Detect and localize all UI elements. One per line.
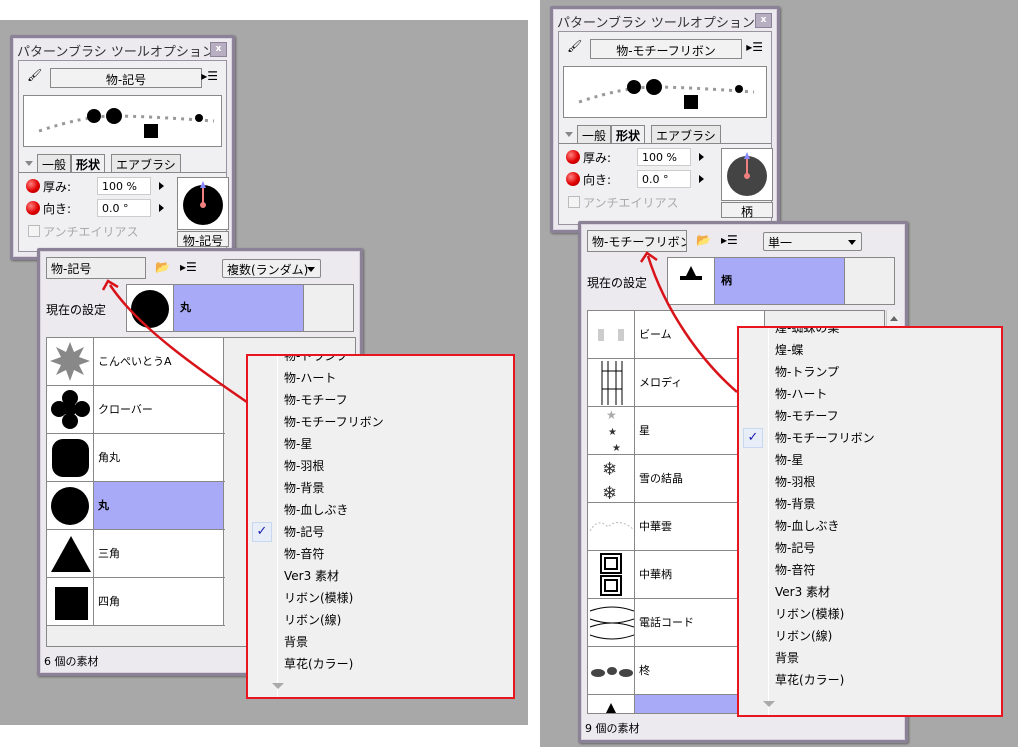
menu-item-label: 物-ハート: [775, 387, 828, 401]
menu-item-label: 物-背景: [775, 497, 816, 511]
menu-item-label: 物-血しぶき: [284, 503, 349, 517]
menu-item[interactable]: 物-音符: [739, 559, 1001, 581]
menu-item[interactable]: 煌-蝶: [739, 339, 1001, 361]
menu-item[interactable]: 物-ハート: [248, 367, 513, 389]
menu-item[interactable]: 物-羽根: [248, 455, 513, 477]
menu-item[interactable]: 物-羽根: [739, 471, 1001, 493]
menu-item-label: 背景: [284, 635, 309, 649]
menu-item-label: 物-ハート: [284, 371, 337, 385]
menu-item[interactable]: 草花(カラー): [739, 669, 1001, 691]
checkmark-icon: ✓: [252, 522, 272, 542]
menu-item-label: 物-モチーフ: [775, 409, 839, 423]
red-arrow-right: [646, 255, 738, 393]
menu-item-label: 草花(カラー): [284, 657, 354, 671]
menu-item-label: 煌-蜘蛛の巣: [775, 326, 840, 335]
menu-item-label: 物-音符: [284, 547, 325, 561]
menu-item[interactable]: 背景: [248, 631, 513, 653]
checkmark-icon: ✓: [743, 428, 763, 448]
menu-item-label: 背景: [775, 651, 800, 665]
menu-item-label: 物-音符: [775, 563, 816, 577]
menu-item-label: 物-モチーフリボン: [284, 415, 384, 429]
menu-item-label: 物-記号: [775, 541, 816, 555]
menu-item-label: 草花(カラー): [775, 673, 845, 687]
menu-item-label: リボン(線): [775, 629, 833, 643]
menu-item[interactable]: 物-星: [739, 449, 1001, 471]
material-set-menu[interactable]: 物-トランプ物-ハート物-モチーフ物-モチーフリボン 物-星物-羽根物-背景物-血…: [246, 354, 515, 699]
menu-item[interactable]: 物-背景: [739, 493, 1001, 515]
menu-item[interactable]: リボン(線): [248, 609, 513, 631]
menu-item-label: 物-羽根: [284, 459, 325, 473]
menu-item[interactable]: 物-モチーフ: [248, 389, 513, 411]
menu-item-label: 物-モチーフリボン: [775, 431, 875, 445]
menu-item[interactable]: 物-モチーフ: [739, 405, 1001, 427]
menu-item-label: Ver3 素材: [284, 569, 340, 583]
menu-item-label: 物-血しぶき: [775, 519, 840, 533]
menu-item-label: 物-羽根: [775, 475, 816, 489]
menu-item[interactable]: ✓ 物-モチーフリボン: [739, 427, 1001, 449]
scroll-down-icon[interactable]: [272, 683, 284, 689]
menu-item-label: リボン(模様): [775, 607, 845, 621]
menu-item[interactable]: Ver3 素材: [739, 581, 1001, 603]
scroll-down-icon[interactable]: [763, 701, 775, 707]
menu-item[interactable]: 物-記号: [739, 537, 1001, 559]
menu-item[interactable]: 物-トランプ: [739, 361, 1001, 383]
menu-item[interactable]: リボン(線): [739, 625, 1001, 647]
menu-item[interactable]: 物-ハート: [739, 383, 1001, 405]
menu-item-label: 物-モチーフ: [284, 393, 348, 407]
menu-item[interactable]: Ver3 素材: [248, 565, 513, 587]
material-set-menu[interactable]: 煌-蜘蛛の巣 煌-蝶 物-トランプ 物-ハート 物-モチーフ ✓ 物-モチーフリボン 物-星物…: [737, 326, 1003, 717]
menu-item[interactable]: 物-血しぶき: [739, 515, 1001, 537]
menu-item[interactable]: リボン(模様): [248, 587, 513, 609]
menu-item-label: 煌-蝶: [775, 343, 804, 357]
menu-item[interactable]: 物-背景: [248, 477, 513, 499]
menu-item[interactable]: 物-モチーフリボン: [248, 411, 513, 433]
menu-item[interactable]: 物-血しぶき: [248, 499, 513, 521]
menu-item[interactable]: 物-トランプ: [248, 354, 513, 367]
menu-item-label: 物-トランプ: [284, 354, 348, 363]
menu-item[interactable]: 草花(カラー): [248, 653, 513, 675]
menu-item[interactable]: 背景: [739, 647, 1001, 669]
menu-item-label: 物-星: [775, 453, 804, 467]
menu-item-label: 物-記号: [284, 525, 325, 539]
menu-item-label: Ver3 素材: [775, 585, 831, 599]
menu-item-label: リボン(模様): [284, 591, 354, 605]
menu-item[interactable]: 物-音符: [248, 543, 513, 565]
menu-item[interactable]: ✓ 物-記号: [248, 521, 513, 543]
menu-item-label: 物-星: [284, 437, 313, 451]
menu-item-label: リボン(線): [284, 613, 342, 627]
menu-item[interactable]: 煌-蜘蛛の巣: [739, 326, 1001, 339]
menu-item-label: 物-トランプ: [775, 365, 839, 379]
menu-item[interactable]: リボン(模様): [739, 603, 1001, 625]
menu-item[interactable]: 物-星: [248, 433, 513, 455]
menu-item-label: 物-背景: [284, 481, 325, 495]
